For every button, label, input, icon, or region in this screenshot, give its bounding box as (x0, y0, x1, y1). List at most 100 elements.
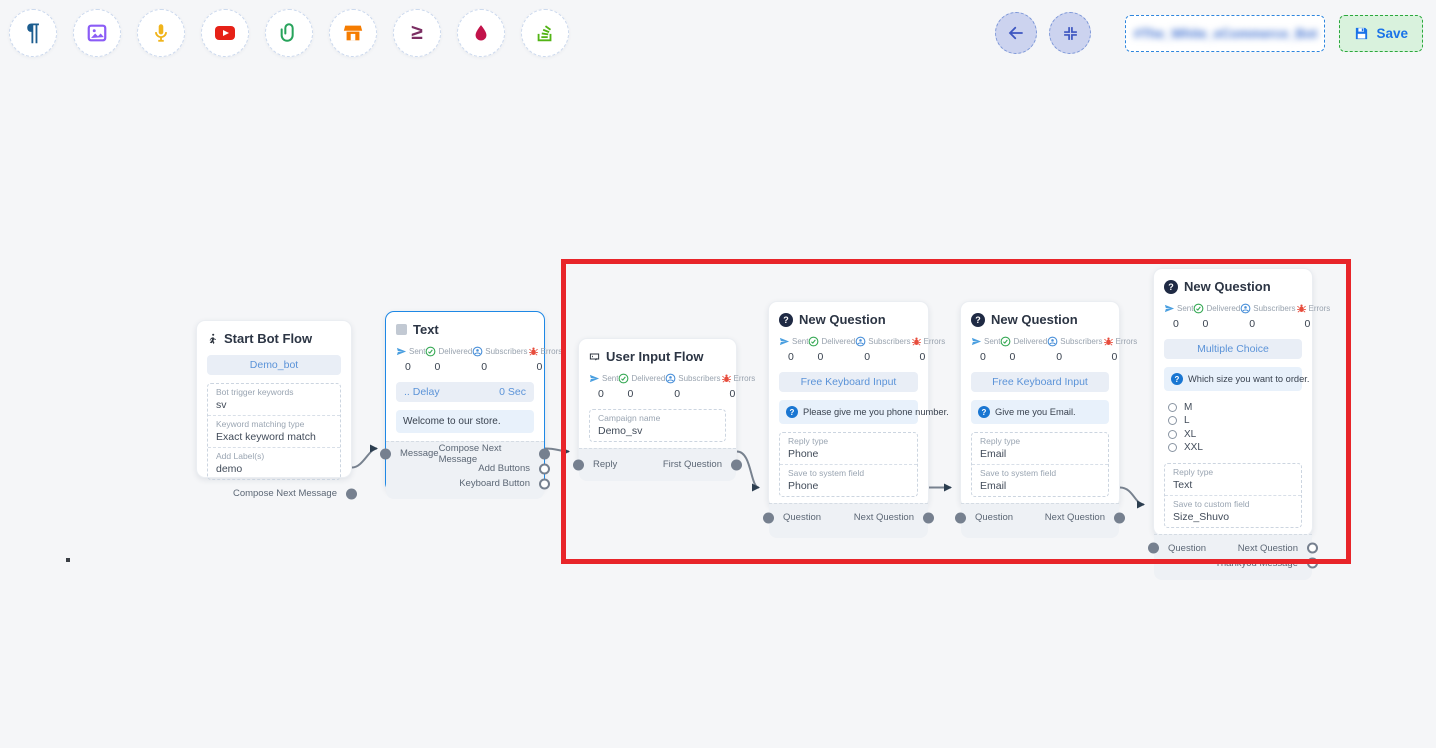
campaign-fields[interactable]: Campaign name Demo_sv (589, 409, 726, 442)
droplet-icon (471, 23, 491, 43)
block-toolbar: ¶ ≥ (9, 9, 569, 57)
connector-port-question-in[interactable] (763, 512, 774, 523)
stats-row: Sent0 Delivered0 Subscribers0 Errors0 (396, 346, 534, 373)
reply-type-button[interactable]: Multiple Choice (1164, 339, 1302, 359)
node-header: New Question (971, 312, 1109, 327)
text-message[interactable]: Welcome to our store. (396, 410, 534, 433)
radio-icon (1168, 443, 1177, 452)
question-message[interactable]: Please give me you phone number. (779, 400, 918, 424)
choice-options: M L XL XXL (1168, 399, 1302, 456)
node-question-email[interactable]: New Question Sent0 Delivered0 Subscriber… (960, 301, 1120, 508)
reply-type-button[interactable]: Free Keyboard Input (971, 372, 1109, 392)
node-footer: Question Next Question (961, 503, 1119, 538)
connector-port-next-question[interactable] (923, 512, 934, 523)
start-fields[interactable]: Bot trigger keywords sv Keyword matching… (207, 383, 341, 480)
node-header: Start Bot Flow (207, 331, 341, 346)
connector-port-question-in[interactable] (1148, 543, 1159, 554)
paperclip-icon (278, 22, 300, 44)
field-keyword-matching[interactable]: Keyword matching type Exact keyword matc… (208, 415, 340, 447)
field-save-to[interactable]: Save to system field Phone (780, 464, 917, 496)
toolbar-image-button[interactable] (73, 9, 121, 57)
delivered-icon (618, 373, 629, 384)
field-add-labels[interactable]: Add Label(s) demo (208, 447, 340, 479)
field-reply-type[interactable]: Reply type Phone (780, 433, 917, 464)
question-message[interactable]: Which size you want to order. (1164, 367, 1302, 391)
flow-builder-app: { "toolbar": { "block_icons": [ {"name":… (0, 0, 1436, 748)
connector-port-next-question[interactable] (1114, 512, 1125, 523)
option-l[interactable]: L (1168, 415, 1302, 426)
text-block-icon (396, 324, 407, 335)
node-title: New Question (1184, 279, 1271, 294)
delay-row[interactable]: .. Delay 0 Sec (396, 382, 534, 402)
connector-port-reply-in[interactable] (573, 459, 584, 470)
node-user-input-flow[interactable]: User Input Flow Sent0 Delivered0 Subscri… (578, 338, 737, 468)
subscribers-icon (472, 346, 483, 357)
field-save-to[interactable]: Save to system field Email (972, 464, 1108, 496)
field-campaign-name[interactable]: Campaign name Demo_sv (590, 410, 725, 441)
toolbar-video-button[interactable] (201, 9, 249, 57)
node-question-phone[interactable]: New Question Sent0 Delivered0 Subscriber… (768, 301, 929, 508)
connector-port-compose-next-message[interactable] (539, 448, 550, 459)
node-start-bot-flow[interactable]: Start Bot Flow Demo_bot Bot trigger keyw… (196, 320, 352, 478)
toolbar-audio-button[interactable] (137, 9, 185, 57)
toolbar-drip-button[interactable] (457, 9, 505, 57)
paragraph-icon: ¶ (26, 19, 39, 47)
connector-port-keyboard-button[interactable] (539, 478, 550, 489)
toolbar-file-button[interactable] (265, 9, 313, 57)
option-xl[interactable]: XL (1168, 429, 1302, 440)
reply-type-button[interactable]: Free Keyboard Input (779, 372, 918, 392)
connector-port-message-in[interactable] (380, 448, 391, 459)
question-fields[interactable]: Reply type Phone Save to system field Ph… (779, 432, 918, 497)
stats-row: Sent0 Delivered0 Subscribers0 Errors0 (589, 373, 726, 400)
save-icon (1354, 26, 1369, 41)
toolbar-condition-button[interactable]: ≥ (393, 9, 441, 57)
subscribers-icon (855, 336, 866, 347)
save-label: Save (1376, 26, 1408, 41)
option-xxl[interactable]: XXL (1168, 442, 1302, 453)
question-fields[interactable]: Reply type Text Save to custom field Siz… (1164, 463, 1302, 528)
connector-port-question-in[interactable] (955, 512, 966, 523)
store-icon (342, 22, 364, 44)
sent-icon (396, 346, 407, 357)
sent-icon (779, 336, 790, 347)
output-label: Compose Next Message (233, 488, 337, 499)
radio-icon (1168, 430, 1177, 439)
node-title: New Question (991, 312, 1078, 327)
field-trigger-keywords[interactable]: Bot trigger keywords sv (208, 384, 340, 415)
output-label: Thankyou Message (1215, 558, 1298, 569)
stats-row: Sent0 Delivered0 Subscribers0 Errors0 (779, 336, 918, 363)
question-mark-icon (1171, 373, 1183, 385)
flow-name-input[interactable]: #The_White_eCommerce_Bot (1125, 15, 1325, 52)
node-footer: Question Next Question Thankyou Message (1154, 534, 1312, 580)
back-button[interactable] (995, 12, 1037, 54)
fit-view-button[interactable] (1049, 12, 1091, 54)
toolbar-stack-button[interactable] (521, 9, 569, 57)
connector-port-thankyou-message[interactable] (1307, 558, 1318, 569)
connector-port-first-question[interactable] (731, 459, 742, 470)
field-reply-type[interactable]: Reply type Text (1165, 464, 1301, 495)
node-question-size[interactable]: New Question Sent0 Delivered0 Subscriber… (1153, 268, 1313, 536)
connector-port-next-question[interactable] (1307, 543, 1318, 554)
question-icon (1164, 280, 1178, 294)
connector-port-compose-next-message[interactable] (346, 488, 357, 499)
delivered-icon (425, 346, 436, 357)
sent-icon (971, 336, 982, 347)
question-fields[interactable]: Reply type Email Save to system field Em… (971, 432, 1109, 497)
field-reply-type[interactable]: Reply type Email (972, 433, 1108, 464)
connector-port-add-buttons[interactable] (539, 463, 550, 474)
question-message[interactable]: Give me you Email. (971, 400, 1109, 424)
bot-name-button[interactable]: Demo_bot (207, 355, 341, 375)
node-title: Start Bot Flow (224, 331, 312, 346)
field-save-to[interactable]: Save to custom field Size_Shuvo (1165, 495, 1301, 527)
option-m[interactable]: M (1168, 402, 1302, 413)
save-button[interactable]: Save (1339, 15, 1423, 52)
toolbar-ecommerce-button[interactable] (329, 9, 377, 57)
toolbar-text-button[interactable]: ¶ (9, 9, 57, 57)
radio-icon (1168, 416, 1177, 425)
node-text[interactable]: Text Sent0 Delivered0 Subscribers0 Error… (385, 311, 545, 492)
delivered-icon (808, 336, 819, 347)
running-man-icon (207, 332, 218, 345)
output-label: Keyboard Button (459, 478, 530, 489)
delivered-icon (1193, 303, 1204, 314)
node-footer: Question Next Question (769, 503, 928, 538)
